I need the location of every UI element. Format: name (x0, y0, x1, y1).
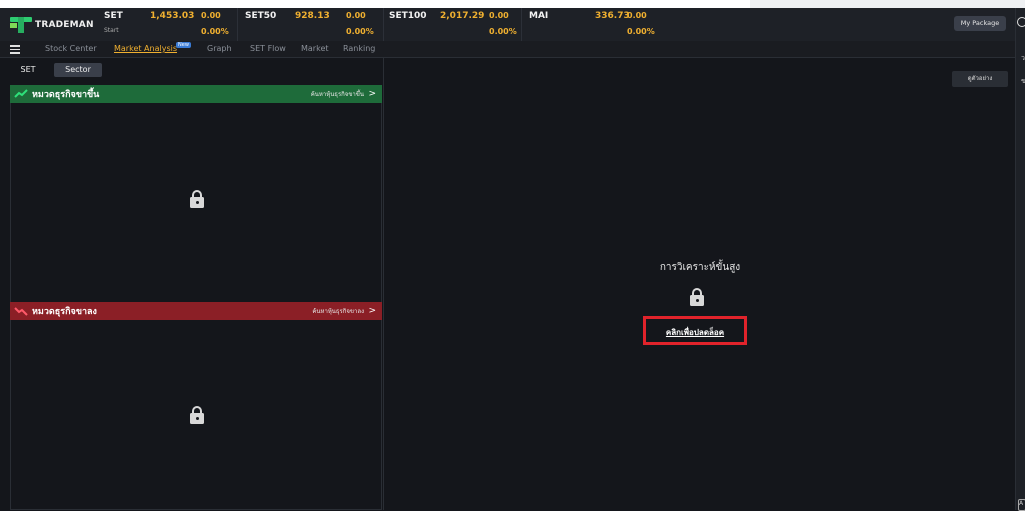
index-value: 1,453.03 (150, 11, 195, 21)
nav-ranking[interactable]: Ranking (343, 44, 375, 53)
nav-set-flow[interactable]: SET Flow (250, 44, 286, 53)
index-percent: 0.00% (201, 27, 229, 36)
nav-stock-center[interactable]: Stock Center (45, 44, 97, 53)
index-percent: 0.00% (627, 27, 655, 36)
index-percent: 0.00% (346, 27, 374, 36)
index-name: MAI (529, 11, 549, 21)
logo[interactable]: TRADEMAN (10, 17, 94, 33)
menu-icon[interactable] (10, 45, 20, 54)
divider (383, 8, 384, 41)
divider (237, 8, 238, 41)
top-strip (0, 0, 1025, 8)
main-nav: Stock Center Market Analysis New Graph S… (0, 41, 1015, 58)
chevron-right-icon[interactable]: > (368, 306, 376, 316)
my-package-button[interactable]: My Package (954, 16, 1006, 31)
index-name: SET50 (245, 11, 277, 21)
index-change: 0.00 (627, 11, 647, 20)
sector-up-header: หมวดธุรกิจขาขึ้น ค้นหาหุ้นธุรกิจขาขึ้น > (10, 85, 382, 103)
trademan-logo-icon (10, 17, 32, 33)
panel-divider (383, 58, 384, 510)
tab-sector[interactable]: Sector (54, 63, 102, 77)
index-value: 2,017.29 (440, 11, 485, 21)
index-name: SET (104, 11, 123, 21)
index-value: 928.13 (295, 11, 330, 21)
brand-name: TRADEMAN (35, 20, 94, 30)
lock-icon (690, 288, 704, 306)
toolbar-glyph[interactable]: ว (1021, 53, 1025, 64)
header-bar: TRADEMAN SET Start 1,453.03 0.00 0.00% S… (0, 8, 1015, 41)
trend-up-icon (14, 89, 28, 98)
nav-graph[interactable]: Graph (207, 44, 232, 53)
example-button[interactable]: ดูตัวอย่าง (952, 71, 1008, 87)
index-change: 0.00 (201, 11, 221, 20)
toolbar-glyph[interactable]: ข (1021, 76, 1025, 87)
advanced-analysis-title: การวิเคราะห์ขั้นสูง (659, 262, 741, 273)
sector-down-title: หมวดธุรกิจขาลง (32, 307, 97, 317)
divider (521, 8, 522, 41)
nav-market[interactable]: Market (301, 44, 329, 53)
unlock-highlight[interactable]: คลิกเพื่อปลดล็อค (643, 316, 747, 345)
lock-icon (190, 190, 204, 208)
trend-down-icon (14, 307, 28, 316)
right-toolbar: ว ข A (1015, 8, 1025, 511)
index-status: Start (104, 27, 119, 34)
new-badge: New (176, 42, 191, 48)
chevron-right-icon[interactable]: > (368, 89, 376, 99)
sector-down-link[interactable]: ค้นหาหุ้นธุรกิจขาลง (312, 306, 364, 316)
index-change: 0.00 (346, 11, 366, 20)
unlock-link[interactable]: คลิกเพื่อปลดล็อค (646, 326, 744, 339)
index-change: 0.00 (489, 11, 509, 20)
sector-up-title: หมวดธุรกิจขาขึ้น (32, 90, 100, 100)
sector-down-header: หมวดธุรกิจขาลง ค้นหาหุ้นธุรกิจขาลง > (10, 302, 382, 320)
user-icon[interactable] (1017, 17, 1025, 27)
lock-icon (190, 406, 204, 424)
font-size-icon[interactable]: A (1018, 499, 1025, 511)
nav-market-analysis[interactable]: Market Analysis (114, 44, 177, 53)
index-value: 336.73 (595, 11, 630, 21)
sector-up-link[interactable]: ค้นหาหุ้นธุรกิจขาขึ้น (311, 89, 364, 99)
sub-tabs: SET Sector (0, 59, 1015, 79)
tab-set[interactable]: SET (16, 63, 40, 77)
top-strip-right (750, 0, 1025, 8)
sector-panel (10, 85, 382, 510)
index-name: SET100 (389, 11, 427, 21)
index-percent: 0.00% (489, 27, 517, 36)
